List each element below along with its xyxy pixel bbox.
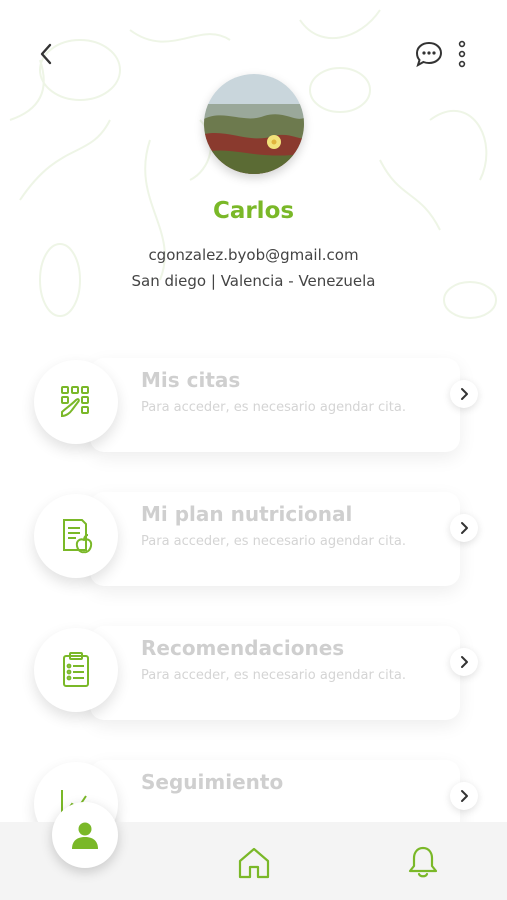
nav-home-button[interactable] (236, 846, 272, 880)
nav-notifications-button[interactable] (406, 844, 440, 880)
card-title: Recomendaciones (141, 636, 345, 660)
card-title: Seguimiento (141, 770, 284, 794)
card-subtitle: Para acceder, es necesario agendar cita. (141, 400, 406, 415)
calendar-grid-icon (61, 386, 89, 418)
card-title: Mi plan nutricional (141, 502, 353, 526)
card-icon-wrap (34, 628, 118, 712)
chevron-right-icon (461, 388, 468, 400)
card-subtitle: Para acceder, es necesario agendar cita. (141, 534, 406, 549)
card-chevron-button[interactable] (450, 648, 478, 676)
chevron-left-icon (40, 43, 52, 65)
card-chevron-button[interactable] (450, 514, 478, 542)
chat-bubble-icon (415, 41, 443, 68)
card-icon-wrap (34, 494, 118, 578)
chat-button[interactable] (414, 40, 444, 68)
menu-card-mis-citas[interactable]: Mis citas Para acceder, es necesario age… (30, 350, 478, 460)
nutrition-plan-icon (63, 519, 93, 554)
card-icon-wrap (34, 360, 118, 444)
menu-card-recomendaciones[interactable]: Recomendaciones Para acceder, es necesar… (30, 618, 478, 728)
card-subtitle: Para acceder, es necesario agendar cita. (141, 668, 406, 683)
card-chevron-button[interactable] (450, 782, 478, 810)
avatar-photo (204, 74, 304, 174)
more-options-button[interactable] (454, 38, 470, 70)
chevron-right-icon (461, 790, 468, 802)
chevron-right-icon (461, 522, 468, 534)
avatar[interactable] (204, 74, 304, 174)
chevron-right-icon (461, 656, 468, 668)
back-button[interactable] (34, 40, 58, 68)
profile-location: San diego | Valencia - Venezuela (131, 272, 376, 290)
bell-icon (408, 846, 438, 878)
menu-card-mi-plan-nutricional[interactable]: Mi plan nutricional Para acceder, es nec… (30, 484, 478, 594)
card-title: Mis citas (141, 368, 241, 392)
nav-profile-button[interactable] (52, 802, 118, 868)
more-vertical-icon (458, 40, 466, 68)
card-chevron-button[interactable] (450, 380, 478, 408)
home-icon (238, 847, 270, 879)
clipboard-list-icon (63, 652, 89, 687)
profile-name: Carlos (212, 198, 295, 224)
user-icon (72, 822, 98, 849)
profile-email: cgonzalez.byob@gmail.com (148, 246, 359, 264)
